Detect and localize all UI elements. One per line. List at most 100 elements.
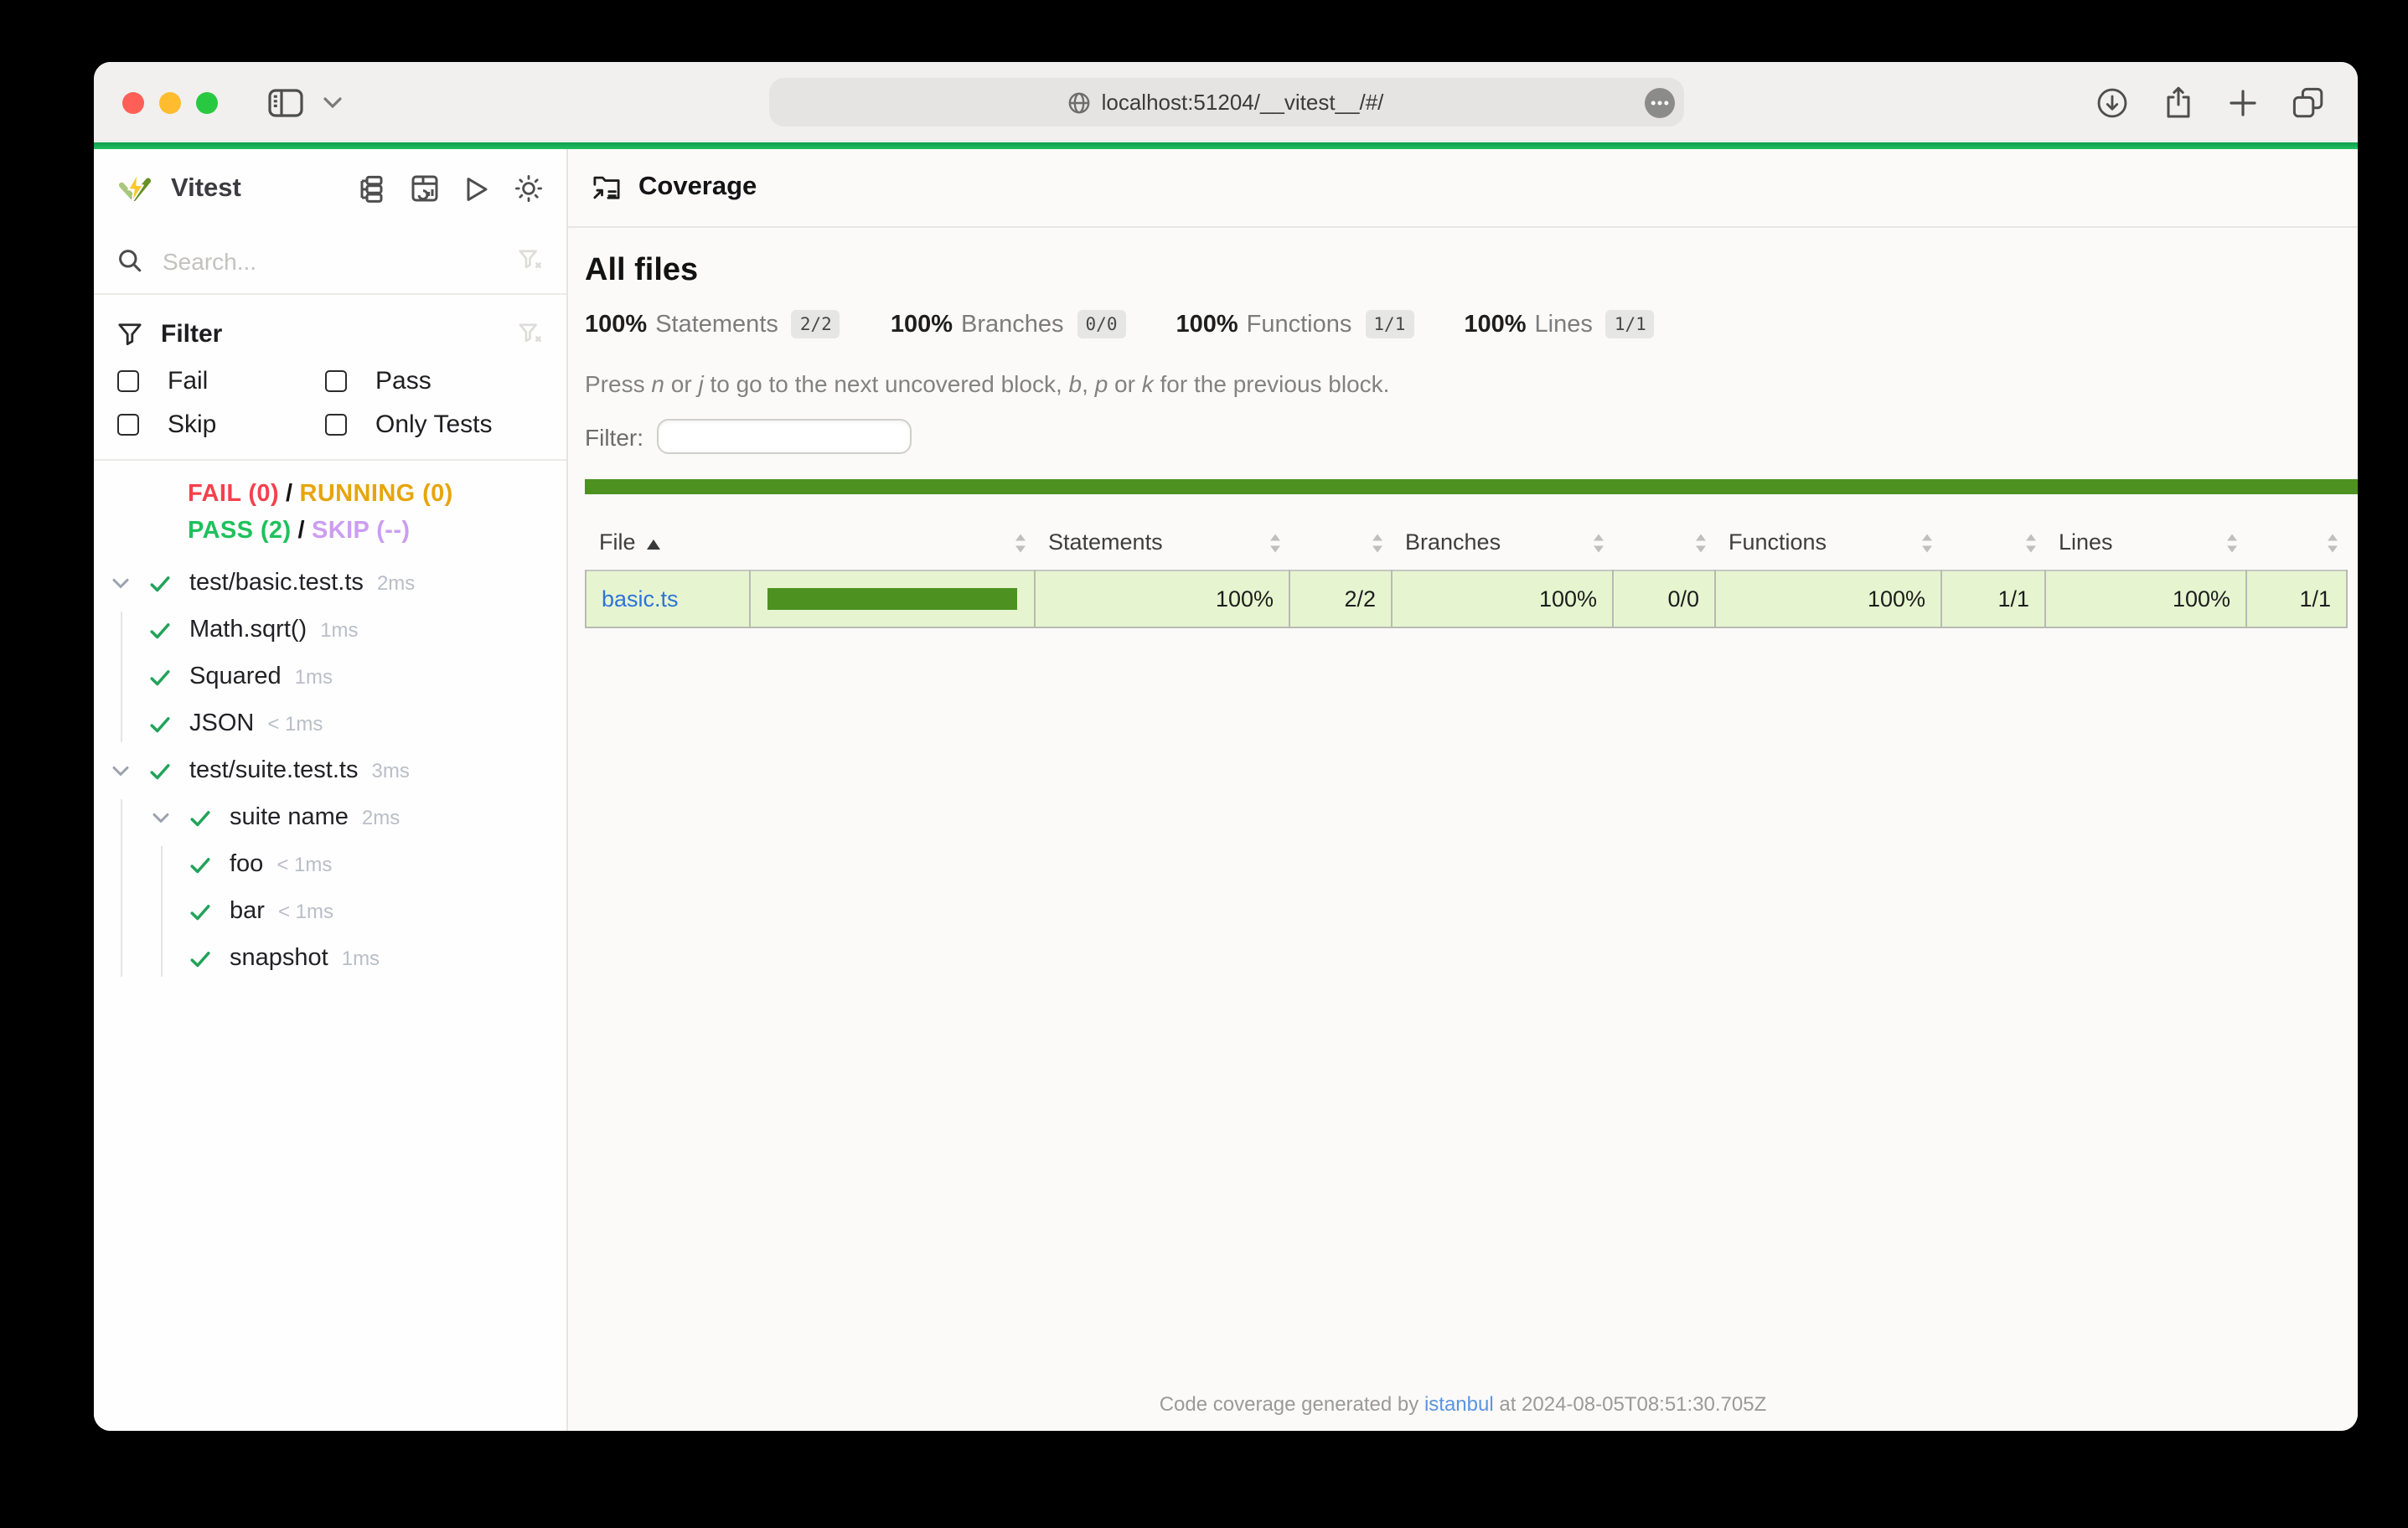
tree-item-test[interactable]: snapshot 1ms (94, 935, 566, 982)
chevron-down-icon[interactable] (147, 812, 174, 823)
column-header-branches-frac[interactable] (1613, 516, 1715, 570)
pass-count: PASS (2) (188, 518, 292, 545)
tree-view-icon[interactable] (357, 174, 385, 203)
functions-frac-cell: 1/1 (1941, 570, 2045, 627)
column-header-functions-frac[interactable] (1941, 516, 2045, 570)
filter-section: Filter Fail (94, 295, 566, 461)
coverage-header: Coverage (568, 149, 2358, 228)
clear-search-filter-icon[interactable] (518, 248, 543, 273)
browser-window: localhost:51204/__vitest__/#/ (94, 62, 2358, 1431)
tree-item-test[interactable]: Math.sqrt() 1ms (94, 607, 566, 653)
check-icon (188, 852, 213, 877)
column-header-branches[interactable]: Branches (1392, 516, 1613, 570)
table-row: basic.ts 100% 2/2 100% 0/0 100% 1/1 100%… (586, 570, 2347, 627)
close-window-button[interactable] (122, 91, 144, 113)
run-all-icon[interactable] (464, 175, 489, 202)
file-cell: basic.ts (586, 570, 750, 627)
chevron-down-icon[interactable] (107, 577, 134, 589)
tree-item-basic-test-file[interactable]: test/basic.test.ts 2ms (94, 560, 566, 607)
column-header-lines[interactable]: Lines (2045, 516, 2246, 570)
istanbul-link[interactable]: istanbul (1424, 1392, 1494, 1416)
page-settings-button[interactable] (1643, 86, 1675, 118)
skip-checkbox[interactable] (117, 414, 139, 436)
tree-item-test[interactable]: foo < 1ms (94, 841, 566, 888)
pass-label: Pass (375, 367, 431, 395)
check-icon (188, 805, 213, 830)
clear-filter-icon[interactable] (518, 321, 543, 346)
branches-frac-cell: 0/0 (1613, 570, 1715, 627)
browser-toolbar: localhost:51204/__vitest__/#/ (94, 62, 2358, 142)
fraction-badge: 0/0 (1077, 310, 1126, 338)
fail-checkbox[interactable] (117, 370, 139, 392)
sort-icon[interactable] (1593, 534, 1603, 552)
address-bar[interactable]: localhost:51204/__vitest__/#/ (768, 78, 1683, 126)
theme-toggle-icon[interactable] (514, 174, 543, 203)
minimize-window-button[interactable] (159, 91, 181, 113)
coverage-filter-input[interactable] (657, 419, 912, 454)
filter-option-fail[interactable]: Fail (117, 367, 325, 395)
globe-icon (1068, 90, 1092, 114)
check-icon (147, 617, 173, 643)
screenshot-stage: localhost:51204/__vitest__/#/ (0, 0, 2408, 1528)
sort-icon[interactable] (1695, 534, 1705, 552)
new-tab-button[interactable] (2229, 88, 2257, 116)
page-title: Coverage (638, 173, 757, 203)
search-icon (117, 248, 142, 273)
tree-item-suite-test-file[interactable]: test/suite.test.ts 3ms (94, 747, 566, 794)
sort-icon[interactable] (2226, 534, 2236, 552)
check-icon (147, 711, 173, 736)
check-icon (188, 899, 213, 924)
column-header-statements[interactable]: Statements (1035, 516, 1289, 570)
column-header-lines-frac[interactable] (2246, 516, 2347, 570)
metric-lines: 100% Lines 1/1 (1464, 310, 1654, 338)
chevron-down-icon[interactable] (107, 765, 134, 777)
tree-item-test[interactable]: bar < 1ms (94, 888, 566, 935)
metric-functions: 100% Functions 1/1 (1176, 310, 1413, 338)
sidebar-nav-icons (357, 174, 543, 203)
dashboard-view-icon[interactable] (411, 174, 439, 203)
column-header-statements-frac[interactable] (1289, 516, 1392, 570)
downloads-button[interactable] (2096, 86, 2128, 118)
filter-option-only-tests[interactable]: Only Tests (325, 410, 566, 439)
tree-item-suite[interactable]: suite name 2ms (94, 794, 566, 841)
only-tests-label: Only Tests (375, 410, 493, 439)
coverage-status-line (585, 479, 2358, 494)
filter-option-pass[interactable]: Pass (325, 367, 566, 395)
tree-item-test[interactable]: Squared 1ms (94, 653, 566, 700)
column-header-file[interactable]: File (586, 516, 750, 570)
sort-icon[interactable] (1269, 534, 1279, 552)
share-button[interactable] (2163, 85, 2194, 119)
only-tests-checkbox[interactable] (325, 414, 347, 436)
sort-icon[interactable] (2327, 534, 2337, 552)
branches-pct-cell: 100% (1392, 570, 1613, 627)
column-header-functions[interactable]: Functions (1715, 516, 1941, 570)
sort-icon[interactable] (2025, 534, 2035, 552)
report-footer: Code coverage generated by istanbul at 2… (568, 1392, 2358, 1416)
filter-option-skip[interactable]: Skip (117, 410, 325, 439)
search-bar (94, 228, 566, 295)
vitest-logo-icon (117, 171, 152, 206)
sort-icon[interactable] (1921, 534, 1931, 552)
column-header-chart[interactable] (750, 516, 1035, 570)
sort-icon[interactable] (1015, 534, 1025, 552)
tree-item-test[interactable]: JSON < 1ms (94, 700, 566, 747)
fraction-badge: 1/1 (1365, 310, 1413, 338)
zoom-window-button[interactable] (196, 91, 218, 113)
filter-icon (117, 321, 142, 346)
keyboard-hint: Press n or j to go to the next uncovered… (585, 370, 2358, 397)
traffic-lights (122, 91, 218, 113)
sidebar-toggle-icon[interactable] (268, 88, 303, 116)
sort-icon[interactable] (1372, 534, 1382, 552)
fraction-badge: 2/2 (792, 310, 840, 338)
fail-label: Fail (168, 367, 208, 395)
check-icon (188, 946, 213, 971)
coverage-report-icon (592, 174, 622, 201)
tab-overview-button[interactable] (2292, 86, 2324, 118)
chevron-down-icon[interactable] (323, 96, 342, 108)
search-input[interactable] (159, 245, 518, 276)
file-link[interactable]: basic.ts (602, 586, 679, 612)
running-count: RUNNING (0) (300, 481, 453, 508)
check-icon (147, 758, 173, 783)
pass-checkbox[interactable] (325, 370, 347, 392)
statements-frac-cell: 2/2 (1289, 570, 1392, 627)
